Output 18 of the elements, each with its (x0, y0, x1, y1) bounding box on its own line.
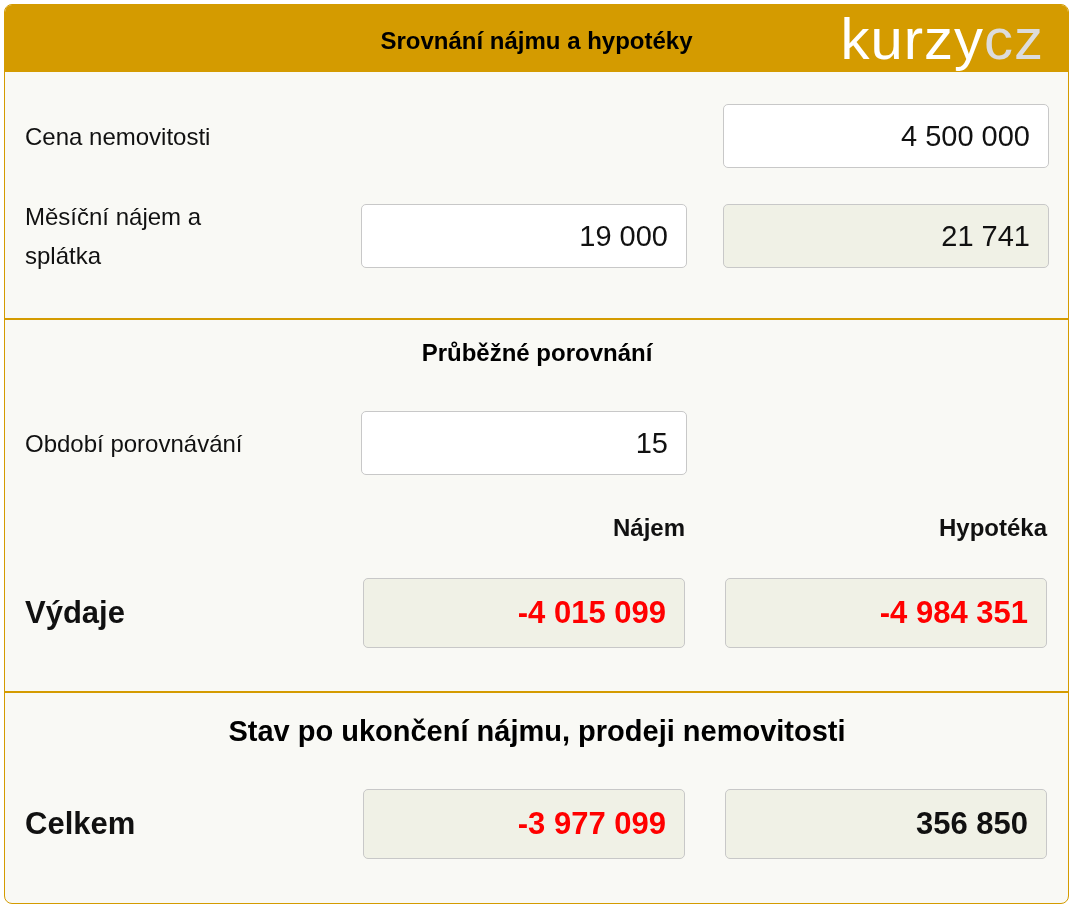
result-value-field: -4 015 099 (363, 578, 685, 648)
number-input[interactable]: 19 000 (361, 204, 687, 268)
calculator-title: Srovnání nájmu a hypotéky (380, 25, 693, 55)
field-label: Měsíční nájem a splátka (25, 202, 203, 271)
field-label: Cena nemovitosti (25, 121, 212, 152)
period-input[interactable]: 15 (361, 411, 687, 475)
number-input[interactable]: 4 500 000 (723, 104, 1049, 168)
row-label: Výdaje (25, 595, 126, 631)
section-title: Průběžné porovnání (420, 339, 654, 367)
column-header: Nájem (611, 514, 686, 542)
result-value-field: -3 977 099 (363, 789, 685, 859)
column-header: Hypotéka (937, 514, 1049, 542)
computed-value-field: 21 741 (723, 204, 1049, 268)
result-value-field: 356 850 (725, 789, 1047, 859)
field-label: Období porovnávání (25, 428, 244, 459)
row-label: Celkem (25, 806, 137, 842)
section-title: Stav po ukončení nájmu, prodeji nemovitosti (227, 715, 847, 748)
result-value-field: -4 984 351 (725, 578, 1047, 648)
